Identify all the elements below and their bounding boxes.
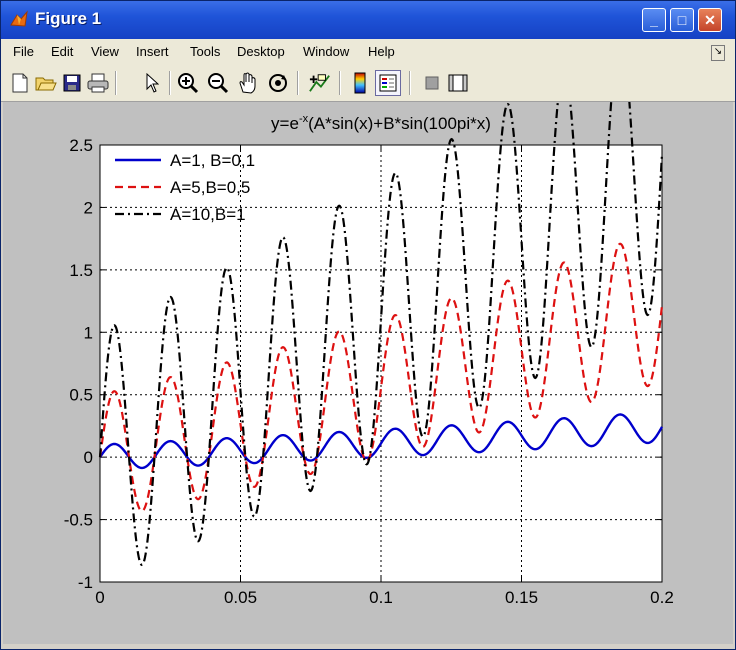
menu-file[interactable]: File [13, 44, 34, 59]
colorbar-icon[interactable] [349, 72, 371, 94]
menu-view[interactable]: View [91, 44, 119, 59]
toolbar [1, 65, 735, 102]
legend-icon[interactable] [375, 70, 401, 96]
data-cursor-icon[interactable] [309, 72, 331, 94]
minimize-button[interactable]: _ [642, 8, 666, 32]
new-figure-icon[interactable] [9, 72, 31, 94]
maximize-button[interactable]: □ [670, 8, 694, 32]
zoom-in-icon[interactable] [177, 72, 199, 94]
y-tick-label: 0 [84, 448, 93, 467]
menu-insert[interactable]: Insert [136, 44, 169, 59]
show-plot-tools-icon[interactable] [447, 72, 469, 94]
y-tick-label: 2.5 [69, 136, 93, 155]
menu-desktop[interactable]: Desktop [237, 44, 285, 59]
title-bar[interactable]: Figure 1 _ □ ✕ [1, 1, 735, 39]
open-file-icon[interactable] [35, 72, 57, 94]
y-tick-label: 1.5 [69, 261, 93, 280]
x-tick-label: 0 [95, 588, 104, 607]
menu-tools[interactable]: Tools [190, 44, 220, 59]
menu-bar: File Edit View Insert Tools Desktop Wind… [1, 39, 735, 65]
x-tick-label: 0.2 [650, 588, 674, 607]
title-base: y=e [271, 114, 299, 133]
rotate-3d-icon[interactable] [267, 72, 289, 94]
pan-hand-icon[interactable] [237, 72, 259, 94]
legend-label-2: A=5,B=0,5 [170, 178, 250, 197]
zoom-out-icon[interactable] [207, 72, 229, 94]
y-tick-label: -1 [78, 573, 93, 592]
x-tick-label: 0.1 [369, 588, 393, 607]
window-title: Figure 1 [35, 9, 102, 28]
matlab-logo-icon [10, 10, 28, 27]
legend-label-1: A=1, B=0,1 [170, 151, 255, 170]
y-tick-label: 2 [84, 198, 93, 217]
plot-title: y=e-x(A*sin(x)+B*sin(100pi*x) [271, 113, 491, 133]
edit-plot-arrow-icon[interactable] [141, 72, 163, 94]
menu-window[interactable]: Window [303, 44, 349, 59]
y-tick-label: -0.5 [64, 511, 93, 530]
y-tick-label: 0.5 [69, 386, 93, 405]
dock-arrow-icon[interactable]: ↘ [711, 45, 725, 61]
figure-window: Figure 1 _ □ ✕ File Edit View Insert Too… [0, 0, 736, 650]
menu-edit[interactable]: Edit [51, 44, 73, 59]
legend-label-3: A=10,B=1 [170, 205, 246, 224]
menu-help[interactable]: Help [368, 44, 395, 59]
x-tick-label: 0.05 [224, 588, 257, 607]
hide-plot-tools-icon[interactable] [421, 72, 443, 94]
print-icon[interactable] [87, 72, 109, 94]
y-tick-label: 1 [84, 323, 93, 342]
save-icon[interactable] [61, 72, 83, 94]
figure-canvas: y=e-x(A*sin(x)+B*sin(100pi*x) 0 0.05 0.1 0.… [3, 29, 733, 644]
close-button[interactable]: ✕ [698, 8, 722, 32]
x-tick-label: 0.15 [505, 588, 538, 607]
plot-figure: y=e-x(A*sin(x)+B*sin(100pi*x) 0 0.05 0.1 0.… [64, 29, 674, 607]
title-rest: (A*sin(x)+B*sin(100pi*x) [308, 114, 491, 133]
